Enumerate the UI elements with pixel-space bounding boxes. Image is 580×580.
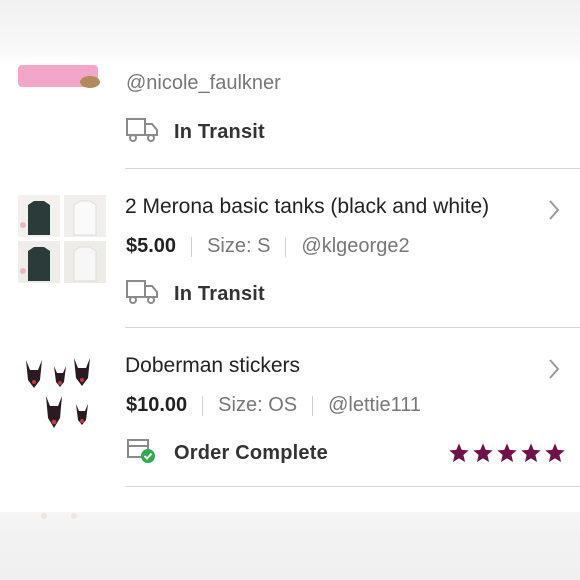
star-icon: [545, 443, 565, 462]
meta-separator: [312, 395, 314, 416]
product-thumbnail: [18, 354, 106, 442]
status-label: In Transit: [174, 120, 265, 143]
status-label: Order Complete: [174, 441, 328, 464]
chevron-right-icon[interactable]: [548, 199, 560, 221]
order-status: Order Complete: [126, 437, 328, 470]
product-size: Size: S: [207, 235, 271, 257]
seller-username[interactable]: @lettie111: [328, 394, 421, 417]
star-icon: [521, 443, 541, 462]
row-divider: [125, 327, 580, 328]
meta-separator: [191, 236, 193, 257]
status-label: In Transit: [174, 282, 265, 305]
bottom-fade-overlay: [0, 512, 580, 580]
top-fade-overlay: [0, 0, 580, 66]
star-icon: [497, 443, 517, 462]
product-price: $5.00: [126, 235, 177, 257]
meta-separator: [202, 395, 204, 416]
box-check-icon: [126, 437, 158, 470]
order-status: In Transit: [126, 117, 265, 148]
truck-icon: [126, 117, 158, 148]
star-icon: [473, 443, 493, 462]
chevron-right-icon[interactable]: [548, 358, 560, 380]
row-divider: [125, 486, 580, 487]
meta-separator: [285, 236, 287, 257]
seller-username[interactable]: @klgeorge2: [301, 235, 409, 258]
product-price: $10.00: [126, 394, 188, 416]
product-size: Size: OS: [218, 394, 298, 416]
product-title[interactable]: 2 Merona basic tanks (black and white): [125, 195, 489, 219]
product-thumbnail: [18, 195, 106, 283]
star-rating: [448, 442, 568, 464]
seller-username[interactable]: @nicole_faulkner: [126, 72, 281, 95]
product-title[interactable]: Doberman stickers: [125, 354, 300, 378]
order-status: In Transit: [126, 279, 265, 310]
star-icon: [449, 443, 469, 462]
truck-icon: [126, 279, 158, 310]
row-divider: [125, 168, 580, 169]
